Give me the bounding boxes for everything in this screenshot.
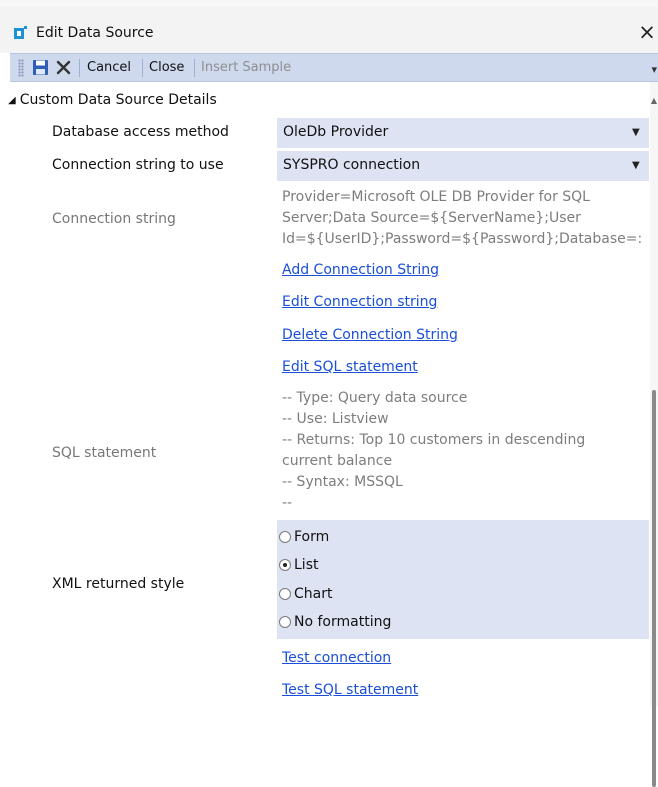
sql-line: -- Returns: Top 10 customers in descendi… (282, 432, 586, 448)
sql-line: current balance (282, 453, 393, 469)
collapse-triangle-icon[interactable]: ◢ (8, 95, 16, 106)
radio-option-list[interactable]: List (279, 557, 318, 573)
sql-line: -- (282, 495, 293, 511)
toolbar-grip-icon[interactable] (18, 59, 24, 77)
radio-button-icon[interactable] (279, 531, 291, 543)
window-title: Edit Data Source (36, 25, 154, 41)
background-strip (0, 0, 658, 7)
radio-option-form[interactable]: Form (279, 529, 329, 545)
sql-line: -- Syntax: MSSQL (282, 474, 403, 490)
close-window-button[interactable]: × (636, 17, 658, 47)
vertical-scrollbar[interactable]: ▲ (650, 82, 658, 787)
insert-sample-button[interactable]: Insert Sample (201, 60, 291, 75)
toolbar: Cancel Close Insert Sample ▾ (10, 53, 658, 82)
sql-line: -- Use: Listview (282, 411, 389, 427)
conn-to-use-value: SYSPRO connection (283, 157, 421, 173)
delete-icon[interactable] (55, 59, 72, 76)
radio-option-no-formatting[interactable]: No formatting (279, 614, 391, 630)
chevron-down-icon[interactable]: ▼ (632, 160, 640, 171)
conn-string-line: Server;Data Source=${ServerName};User (282, 210, 581, 226)
radio-label: Form (294, 529, 330, 545)
radio-label: No formatting (294, 614, 392, 630)
sql-line: -- Type: Query data source (282, 390, 468, 406)
radio-button-icon[interactable] (279, 588, 291, 600)
test-connection-link[interactable]: Test connection (282, 650, 391, 666)
delete-connection-string-link[interactable]: Delete Connection String (282, 327, 458, 343)
db-access-value: OleDb Provider (283, 124, 389, 140)
group-header[interactable]: ◢ Custom Data Source Details (8, 92, 217, 108)
save-icon[interactable] (32, 59, 49, 76)
sql-statement-label: SQL statement (52, 445, 157, 461)
scroll-up-icon[interactable]: ▲ (650, 96, 658, 105)
app-icon (14, 26, 27, 39)
conn-string-line: Id=${UserID};Password=${Password};Databa… (282, 231, 643, 247)
radio-button-checked-icon[interactable] (279, 559, 291, 571)
toolbar-overflow-icon[interactable]: ▾ (651, 63, 657, 76)
radio-label: List (294, 557, 319, 573)
toolbar-separator (194, 59, 195, 77)
radio-label: Chart (294, 586, 333, 602)
edit-data-source-window: Edit Data Source × Cancel Close Insert S… (0, 0, 658, 787)
edit-connection-string-link[interactable]: Edit Connection string (282, 294, 437, 310)
conn-to-use-label: Connection string to use (52, 157, 224, 173)
title-bar: Edit Data Source × (0, 7, 658, 53)
xml-style-label: XML returned style (52, 576, 185, 592)
add-connection-string-link[interactable]: Add Connection String (282, 262, 439, 278)
toolbar-separator (142, 59, 143, 77)
edit-sql-statement-link[interactable]: Edit SQL statement (282, 359, 418, 375)
cancel-button[interactable]: Cancel (87, 60, 131, 75)
test-sql-statement-link[interactable]: Test SQL statement (282, 682, 418, 698)
scrollbar-thumb[interactable] (652, 390, 656, 787)
radio-button-icon[interactable] (279, 616, 291, 628)
group-title: Custom Data Source Details (19, 92, 217, 108)
conn-string-line: Provider=Microsoft OLE DB Provider for S… (282, 189, 590, 205)
conn-string-label: Connection string (52, 211, 176, 227)
close-button[interactable]: Close (149, 60, 184, 75)
chevron-down-icon[interactable]: ▼ (632, 127, 640, 138)
db-access-label: Database access method (52, 124, 229, 140)
radio-option-chart[interactable]: Chart (279, 586, 332, 602)
toolbar-separator (79, 59, 80, 77)
